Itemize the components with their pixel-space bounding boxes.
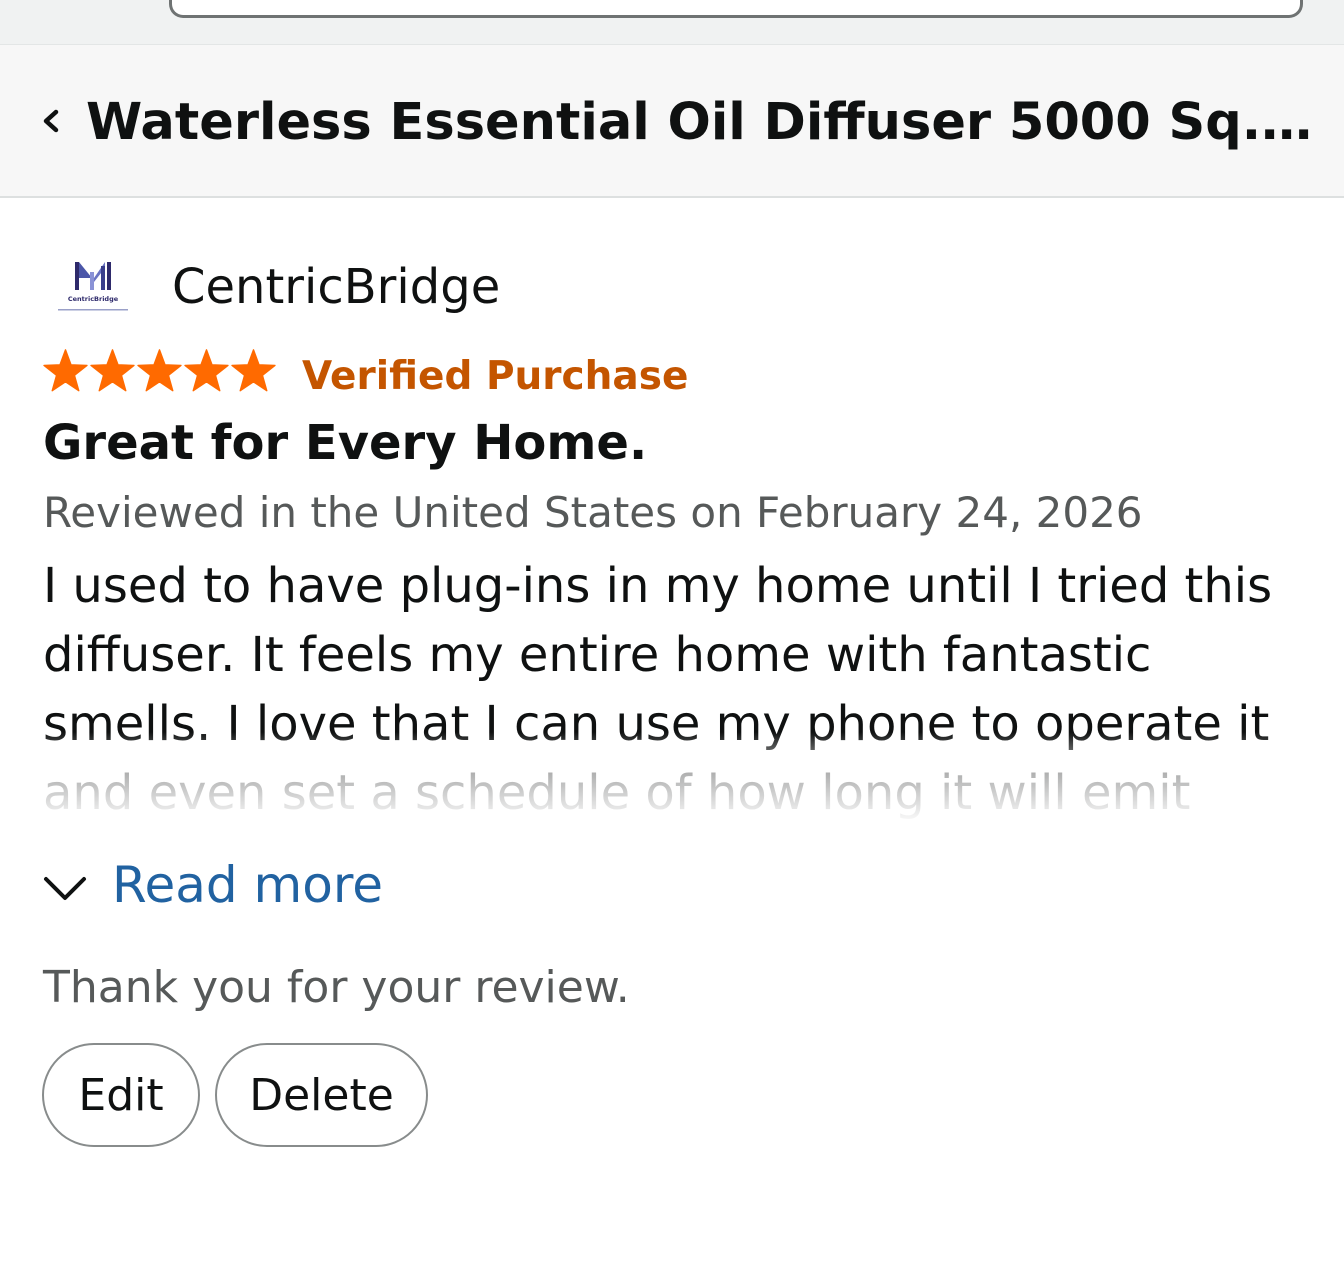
reviewer-name[interactable]: CentricBridge — [172, 254, 500, 320]
logo-wordmark: CentricBridge — [68, 295, 119, 303]
read-more-link[interactable]: Read more — [42, 852, 383, 918]
delete-button[interactable]: Delete — [215, 1043, 428, 1147]
star-rating — [42, 346, 277, 396]
review-title: Great for Every Home. — [43, 415, 648, 471]
thank-you-message: Thank you for your review. — [43, 962, 630, 1013]
review-body-container: I used to have plug-ins in my home until… — [43, 552, 1318, 844]
star-icon — [184, 348, 229, 391]
review-date: Reviewed in the United States on Februar… — [43, 488, 1143, 537]
search-input[interactable] — [169, 0, 1303, 18]
edit-button[interactable]: Edit — [42, 1043, 200, 1147]
read-more-label: Read more — [112, 856, 384, 914]
verified-purchase-badge: Verified Purchase — [302, 354, 689, 399]
chevron-down-icon — [44, 877, 86, 900]
star-icon — [137, 348, 182, 391]
reviewer-avatar: CentricBridge — [58, 262, 128, 311]
product-header: Waterless Essential Oil Diffuser 5000 Sq… — [0, 44, 1344, 198]
star-icon — [90, 348, 135, 391]
star-icon — [43, 348, 88, 391]
chevron-left-icon[interactable] — [40, 105, 62, 137]
truncation-fade — [43, 732, 1318, 844]
product-title[interactable]: Waterless Essential Oil Diffuser 5000 Sq… — [86, 87, 1316, 159]
top-search-area — [0, 0, 1344, 44]
star-icon — [231, 348, 276, 391]
logo-mark-icon — [75, 262, 111, 290]
logo-tagline — [58, 309, 128, 311]
review-page: Waterless Essential Oil Diffuser 5000 Sq… — [0, 0, 1344, 1265]
